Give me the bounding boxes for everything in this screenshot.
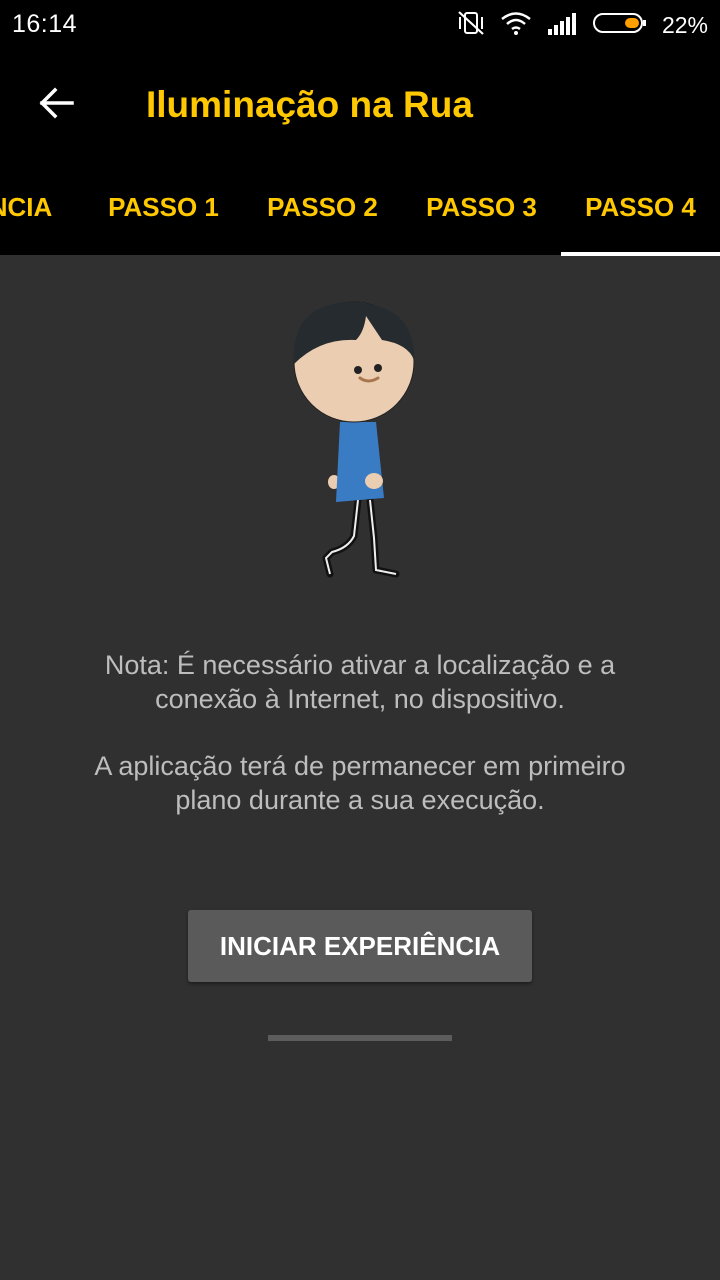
tab-selected-indicator [561, 252, 720, 256]
note-location-internet: Nota: É necessário ativar a localização … [104, 650, 616, 714]
arrow-left-icon [38, 87, 74, 124]
status-icons: 22% [456, 8, 708, 42]
vibrate-off-icon [456, 10, 486, 41]
status-time: 16:14 [12, 10, 78, 38]
app-bar: Iluminação na Rua NCIA PASSO 1 PASSO 2 P… [0, 50, 720, 256]
tab-bar: NCIA PASSO 1 PASSO 2 PASSO 3 PASSO 4 [0, 160, 720, 256]
tab-passo-4[interactable]: PASSO 4 [561, 160, 720, 255]
note-foreground: A aplicação terá de permanecer em primei… [94, 751, 626, 815]
instructions-text: Nota: É necessário ativar a localização … [60, 648, 660, 850]
start-experience-button[interactable]: INICIAR EXPERIÊNCIA [188, 910, 532, 982]
tab-passo-3[interactable]: PASSO 3 [402, 160, 561, 255]
walking-character-illustration [280, 298, 440, 588]
battery-icon [592, 11, 648, 40]
battery-percent: 22% [661, 11, 708, 38]
back-button[interactable] [26, 80, 86, 130]
signal-icon [546, 11, 578, 40]
wifi-icon [500, 10, 532, 41]
page-title: Iluminação na Rua [146, 84, 473, 125]
status-bar: 16:14 22% [0, 0, 720, 50]
divider-line [268, 1035, 452, 1041]
tab-passo-2[interactable]: PASSO 2 [243, 160, 402, 255]
tab-passo-1[interactable]: PASSO 1 [84, 160, 243, 255]
